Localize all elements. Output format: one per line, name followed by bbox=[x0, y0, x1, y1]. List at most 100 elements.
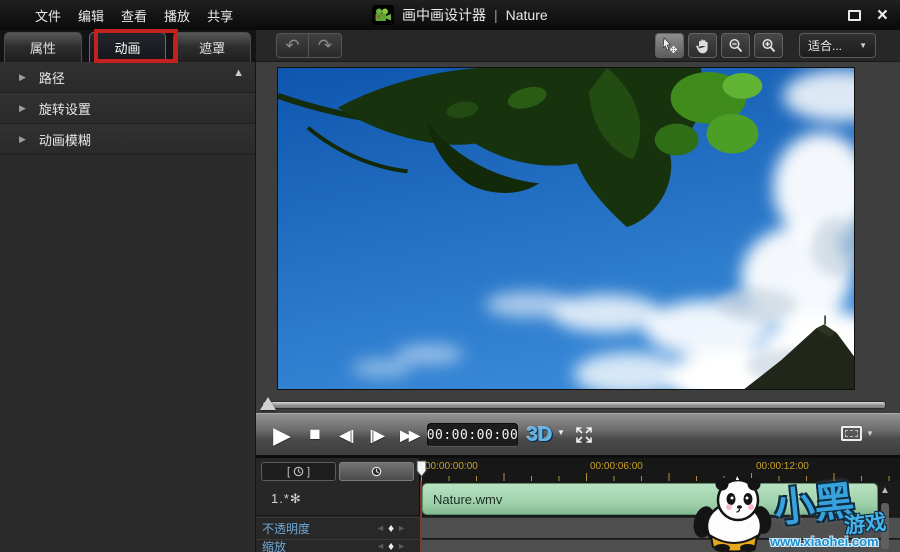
menu-edit[interactable]: 编辑 bbox=[78, 6, 104, 25]
3d-mode-button[interactable]: 3D bbox=[527, 419, 553, 451]
close-icon[interactable]: × bbox=[877, 6, 888, 25]
timeline-ruler[interactable]: 00:00:00:00 00:00:06:00 00:00:12:00 bbox=[420, 458, 900, 482]
scroll-up-icon[interactable]: ▲ bbox=[233, 67, 244, 79]
tab-animation[interactable]: 动画 bbox=[89, 32, 167, 62]
section-label: 旋转设置 bbox=[39, 99, 91, 118]
prev-keyframe-icon[interactable]: ◄ bbox=[376, 523, 385, 533]
pan-tool-button[interactable] bbox=[688, 33, 717, 58]
clock-icon bbox=[371, 466, 382, 477]
animation-sections: ▶ 路径 ▶ 旋转设置 ▶ 动画模糊 ▲ bbox=[0, 62, 255, 155]
menu-play[interactable]: 播放 bbox=[164, 6, 190, 25]
ruler-tick-label: 00:00:06:00 bbox=[590, 461, 643, 472]
next-frame-button[interactable]: |▶ bbox=[363, 414, 391, 456]
window-title: 画中画设计器 | Nature bbox=[372, 0, 548, 30]
panel-tabs: 属性 动画 遮罩 bbox=[0, 30, 255, 62]
track-header[interactable]: 1.*✻ bbox=[256, 482, 420, 516]
add-keyframe-icon[interactable]: ♦ bbox=[388, 539, 394, 552]
scale-track-strip[interactable] bbox=[422, 539, 900, 552]
ruler-major-ticks bbox=[421, 473, 899, 481]
undo-icon: ↶ bbox=[285, 36, 299, 56]
menu-view[interactable]: 查看 bbox=[121, 6, 147, 25]
timeline-scrollbar: ▲ bbox=[877, 483, 893, 552]
section-path[interactable]: ▶ 路径 bbox=[0, 62, 255, 93]
move-select-tool-button[interactable] bbox=[655, 33, 684, 58]
chevron-down-icon: ▼ bbox=[859, 41, 867, 50]
section-label: 动画模糊 bbox=[39, 130, 91, 149]
video-clip[interactable]: Nature.wmv bbox=[422, 483, 878, 515]
ruler-tick-label: 00:00:12:00 bbox=[756, 461, 809, 472]
preview-toolbar: ↶ ↷ bbox=[256, 30, 900, 62]
next-keyframe-icon[interactable]: ► bbox=[397, 541, 406, 551]
document-title: Nature bbox=[506, 7, 548, 23]
menu-share[interactable]: 共享 bbox=[207, 6, 233, 25]
display-mode-dropdown[interactable]: ▼ bbox=[841, 426, 874, 441]
fast-forward-button[interactable]: ▶▶ bbox=[393, 414, 425, 456]
zoom-in-icon bbox=[761, 38, 777, 54]
keyframe-all-mode-button[interactable]: [ ] bbox=[261, 462, 336, 481]
redo-button[interactable]: ↷ bbox=[309, 33, 342, 58]
opacity-track-strip[interactable] bbox=[422, 517, 900, 538]
play-button[interactable]: ▶ bbox=[268, 414, 296, 456]
expand-arrows-icon bbox=[574, 426, 594, 444]
zoom-out-icon bbox=[728, 38, 744, 54]
screen-frame-icon bbox=[841, 426, 862, 441]
scrollbar-thumb[interactable] bbox=[881, 503, 889, 549]
add-keyframe-icon[interactable]: ♦ bbox=[388, 521, 394, 535]
tab-attributes[interactable]: 属性 bbox=[4, 32, 82, 62]
timeline-panel: [ ] 1.*✻ 不透明度 bbox=[256, 458, 900, 552]
left-panel: 属性 动画 遮罩 ▶ 路径 ▶ 旋转设置 ▶ 动画模糊 ▲ bbox=[0, 30, 256, 552]
fit-zoom-value: 适合... bbox=[808, 37, 842, 54]
view-tool-group bbox=[655, 33, 783, 58]
stop-button[interactable]: ■ bbox=[301, 414, 329, 456]
next-keyframe-icon[interactable]: ► bbox=[397, 523, 406, 533]
scroll-up-icon[interactable]: ▲ bbox=[877, 485, 893, 496]
timeline-header-column: [ ] 1.*✻ 不透明度 bbox=[256, 458, 420, 552]
move-cursor-icon bbox=[661, 37, 678, 54]
expand-triangle-icon: ▶ bbox=[19, 103, 26, 114]
param-label: 不透明度 bbox=[262, 520, 310, 537]
keyframe-mode-buttons: [ ] bbox=[261, 462, 414, 481]
section-rotation-settings[interactable]: ▶ 旋转设置 bbox=[0, 93, 255, 124]
redo-icon: ↷ bbox=[318, 36, 332, 56]
app-logo-icon bbox=[372, 5, 394, 25]
window-controls: × bbox=[848, 0, 888, 30]
zoom-in-tool-button[interactable] bbox=[754, 33, 783, 58]
keyframe-controls: ◄ ♦ ► bbox=[376, 521, 406, 535]
fit-zoom-dropdown[interactable]: 适合... ▼ bbox=[799, 33, 876, 58]
undo-redo-group: ↶ ↷ bbox=[276, 33, 342, 58]
chevron-down-icon: ▼ bbox=[866, 429, 874, 438]
playhead-marker[interactable] bbox=[416, 460, 428, 478]
expand-triangle-icon: ▶ bbox=[19, 134, 26, 145]
scale-param-row[interactable]: 缩放 ◄ ♦ ► bbox=[256, 539, 420, 552]
keyframe-single-mode-button[interactable] bbox=[339, 462, 414, 481]
param-label: 缩放 bbox=[262, 538, 286, 552]
previous-frame-button[interactable]: ◀| bbox=[333, 414, 361, 456]
titlebar: 文件 编辑 查看 播放 共享 画中画设计器 | Nature × bbox=[0, 0, 900, 30]
hand-icon bbox=[695, 38, 710, 54]
keyframe-controls: ◄ ♦ ► bbox=[376, 539, 406, 552]
undo-button[interactable]: ↶ bbox=[276, 33, 309, 58]
3d-dropdown-icon[interactable]: ▼ bbox=[557, 428, 565, 437]
fullscreen-button[interactable] bbox=[570, 414, 598, 456]
timecode-field[interactable]: 00:00:00:00 bbox=[427, 423, 518, 447]
menubar: 文件 编辑 查看 播放 共享 bbox=[35, 0, 233, 30]
app-title: 画中画设计器 bbox=[402, 5, 486, 25]
menu-file[interactable]: 文件 bbox=[35, 6, 61, 25]
video-frame-image bbox=[278, 68, 854, 389]
video-preview[interactable] bbox=[277, 67, 855, 390]
bracket-glyph: ] bbox=[307, 466, 310, 478]
opacity-param-row[interactable]: 不透明度 ◄ ♦ ► bbox=[256, 517, 420, 538]
seek-bar-track[interactable] bbox=[262, 401, 886, 409]
maximize-icon[interactable] bbox=[848, 10, 861, 21]
tab-mask[interactable]: 遮罩 bbox=[173, 32, 251, 62]
prev-keyframe-icon[interactable]: ◄ bbox=[376, 541, 385, 551]
playback-bar: ▶ ■ ◀| |▶ ▶▶ 00:00:00:00 3D ▼ ▼ bbox=[256, 413, 900, 458]
clock-icon bbox=[293, 466, 304, 477]
section-label: 路径 bbox=[39, 68, 65, 87]
preview-panel bbox=[256, 62, 900, 396]
track-label: 1.*✻ bbox=[271, 491, 302, 507]
seek-bar-thumb[interactable] bbox=[260, 397, 276, 410]
app-window: 文件 编辑 查看 播放 共享 画中画设计器 | Nature × bbox=[0, 0, 900, 552]
zoom-out-tool-button[interactable] bbox=[721, 33, 750, 58]
section-motion-blur[interactable]: ▶ 动画模糊 bbox=[0, 124, 255, 155]
